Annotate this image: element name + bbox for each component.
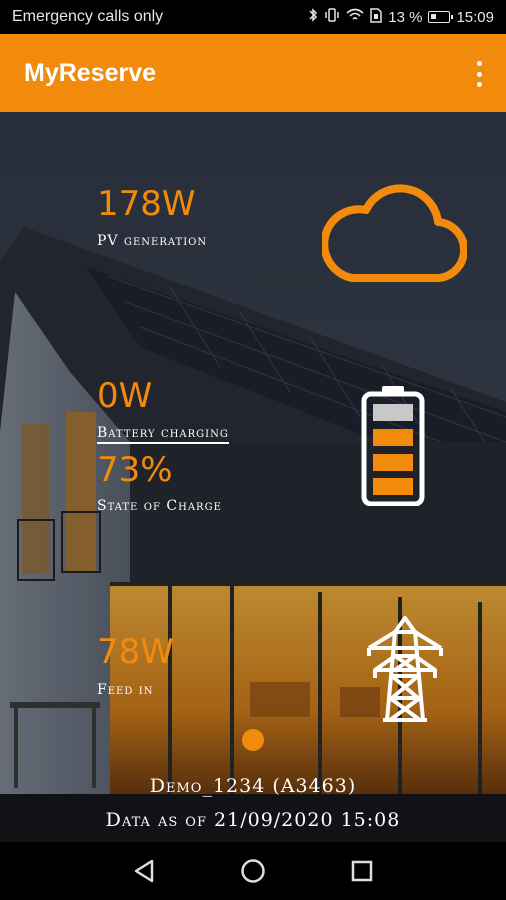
pv-generation-value: 178W [97, 184, 196, 224]
battery-icon [360, 384, 426, 510]
navigation-bar [0, 842, 506, 900]
recents-button[interactable] [347, 856, 377, 886]
wifi-icon [346, 8, 364, 26]
sim-icon [370, 7, 382, 27]
device-name: Demo_1234 (A3463) [149, 775, 357, 797]
battery-power-value: 0W [97, 376, 153, 416]
battery-percent: 13 % [388, 8, 423, 26]
status-bar: Emergency calls only 13 % 15:09 [0, 0, 506, 34]
app-title: MyReserve [24, 58, 157, 87]
status-time: 15:09 [456, 8, 494, 26]
status-battery-icon [428, 11, 454, 23]
dashboard: 178W PV generation 0W Battery charging 7… [0, 112, 506, 842]
power-tower-icon [365, 614, 445, 728]
more-options-button[interactable] [474, 61, 484, 87]
app-bar: MyReserve [0, 34, 506, 112]
data-timestamp: Data as of 21/09/2020 15:08 [105, 809, 401, 831]
more-vert-icon [476, 61, 482, 66]
state-of-charge-value: 73% [97, 450, 173, 490]
cloud-icon [320, 182, 468, 292]
battery-charging-label: Battery charging [97, 425, 229, 444]
carrier-text: Emergency calls only [12, 8, 164, 25]
home-button[interactable] [238, 856, 268, 886]
bluetooth-icon [308, 7, 318, 27]
feed-in-value: 78W [97, 632, 174, 672]
state-of-charge-label: State of Charge [97, 498, 222, 514]
status-icons: 13 % 15:09 [308, 7, 494, 27]
home-icon [241, 859, 265, 883]
vibrate-icon [324, 8, 340, 26]
recents-icon [351, 860, 372, 882]
page-indicator-dot[interactable] [242, 729, 264, 751]
back-button[interactable] [129, 856, 159, 886]
back-icon [135, 859, 154, 883]
pv-generation-label: PV generation [97, 233, 208, 249]
feed-in-label: Feed in [97, 682, 154, 698]
